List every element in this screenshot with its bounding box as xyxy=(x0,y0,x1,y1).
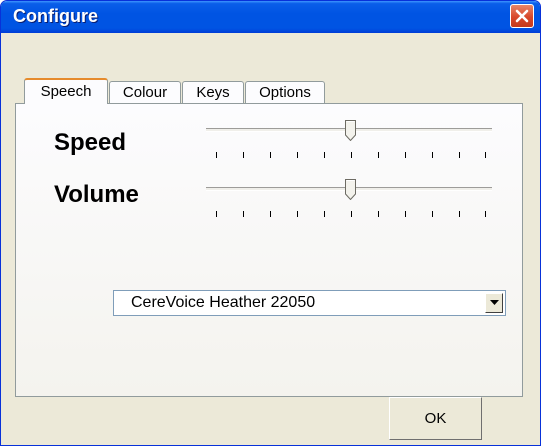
ok-button[interactable]: OK xyxy=(389,397,482,440)
voice-select[interactable]: CereVoice Heather 22050 xyxy=(113,290,506,316)
voice-select-value: CereVoice Heather 22050 xyxy=(131,294,316,311)
tab-colour[interactable]: Colour xyxy=(109,81,181,103)
chevron-down-icon xyxy=(489,300,499,305)
close-icon xyxy=(515,9,529,23)
title-bar[interactable]: Configure xyxy=(1,1,540,33)
configure-dialog: Configure Speech Colour Keys Options Spe… xyxy=(0,0,541,446)
speed-label: Speed xyxy=(54,129,127,156)
tab-options[interactable]: Options xyxy=(245,81,325,103)
dialog-body: Speech Colour Keys Options Speed Volume xyxy=(4,33,537,444)
tab-speech[interactable]: Speech xyxy=(24,78,108,104)
volume-slider-thumb[interactable] xyxy=(345,179,356,200)
speed-slider-thumb[interactable] xyxy=(345,120,356,141)
volume-slider-ticks xyxy=(216,211,486,219)
window-title: Configure xyxy=(13,6,98,26)
tab-keys[interactable]: Keys xyxy=(182,81,244,103)
speech-tab-panel: Speed Volume CereVoice Heather 22050 xyxy=(15,103,523,397)
close-button[interactable] xyxy=(510,4,534,28)
volume-label: Volume xyxy=(54,181,139,208)
voice-dropdown-button[interactable] xyxy=(485,293,503,313)
speed-slider-ticks xyxy=(216,152,486,160)
